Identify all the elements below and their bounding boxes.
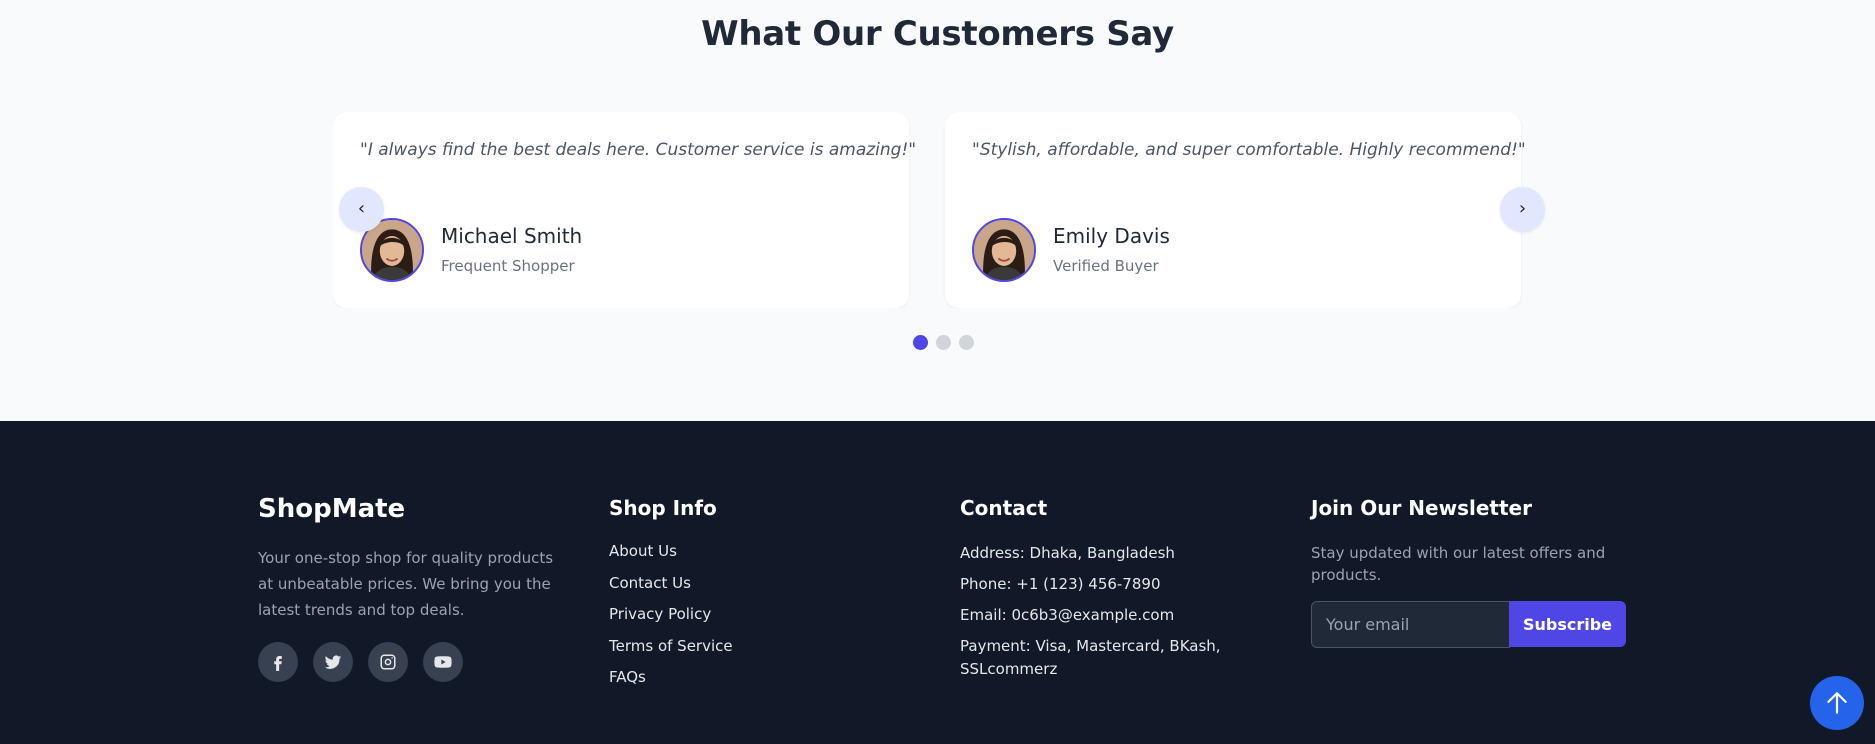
testimonial-card: "Stylish, affordable, and super comforta…	[945, 112, 1526, 308]
youtube-icon[interactable]	[423, 642, 463, 682]
footer-link-privacy-policy[interactable]: Privacy Policy	[609, 605, 733, 624]
twitter-icon[interactable]	[313, 642, 353, 682]
newsletter-description: Stay updated with our latest offers and …	[1311, 544, 1606, 584]
contact-address: Address: Dhaka, Bangladesh	[960, 544, 1175, 562]
avatar	[972, 218, 1036, 282]
footer-brand-description: Your one-stop shop for quality products …	[258, 549, 554, 619]
footer-link-terms-of-service[interactable]: Terms of Service	[609, 637, 733, 656]
carousel-dot-2[interactable]	[936, 335, 951, 350]
testimonials-section: What Our Customers Say "I always find th…	[0, 0, 1875, 421]
carousel-pagination	[913, 335, 974, 350]
customer-role: Frequent Shopper	[441, 257, 575, 275]
testimonial-card: "I always find the best deals here. Cust…	[333, 112, 916, 308]
arrow-up-icon	[1827, 692, 1847, 714]
customer-name: Michael Smith	[441, 224, 583, 248]
customer-role: Verified Buyer	[1053, 257, 1159, 275]
carousel-next-button[interactable]: ›	[1500, 187, 1545, 232]
footer-link-faqs[interactable]: FAQs	[609, 668, 733, 687]
customer-name: Emily Davis	[1053, 224, 1170, 248]
carousel-dot-1[interactable]	[913, 335, 928, 350]
testimonial-carousel: "I always find the best deals here. Cust…	[333, 112, 1555, 308]
shop-info-title: Shop Info	[609, 496, 717, 520]
contact-email: Email: 0c6b3@example.com	[960, 606, 1175, 624]
instagram-icon[interactable]	[368, 642, 408, 682]
footer-link-about-us[interactable]: About Us	[609, 542, 733, 561]
contact-details: Address: Dhaka, Bangladesh Phone: +1 (12…	[960, 542, 1250, 689]
facebook-icon[interactable]	[258, 642, 298, 682]
social-links	[258, 642, 463, 682]
contact-phone: Phone: +1 (123) 456-7890	[960, 575, 1161, 593]
shop-info-links: About Us Contact Us Privacy Policy Terms…	[609, 542, 733, 700]
carousel-prev-button[interactable]: ‹	[339, 187, 384, 232]
testimonial-quote: "I always find the best deals here. Cust…	[360, 140, 917, 160]
contact-payment: Payment: Visa, Mastercard, BKash, SSLcom…	[960, 637, 1221, 678]
avatar-image	[974, 220, 1034, 280]
carousel-dot-3[interactable]	[959, 335, 974, 350]
newsletter-email-input[interactable]	[1311, 601, 1510, 648]
subscribe-button[interactable]: Subscribe	[1509, 601, 1626, 647]
contact-title: Contact	[960, 496, 1048, 520]
footer-brand-logo[interactable]: ShopMate	[258, 494, 405, 524]
testimonial-quote: "Stylish, affordable, and super comforta…	[972, 140, 1526, 160]
section-title: What Our Customers Say	[701, 14, 1174, 54]
site-footer: ShopMate Your one-stop shop for quality …	[0, 421, 1875, 744]
footer-link-contact-us[interactable]: Contact Us	[609, 574, 733, 593]
newsletter-title: Join Our Newsletter	[1311, 496, 1532, 520]
back-to-top-button[interactable]	[1810, 676, 1864, 730]
